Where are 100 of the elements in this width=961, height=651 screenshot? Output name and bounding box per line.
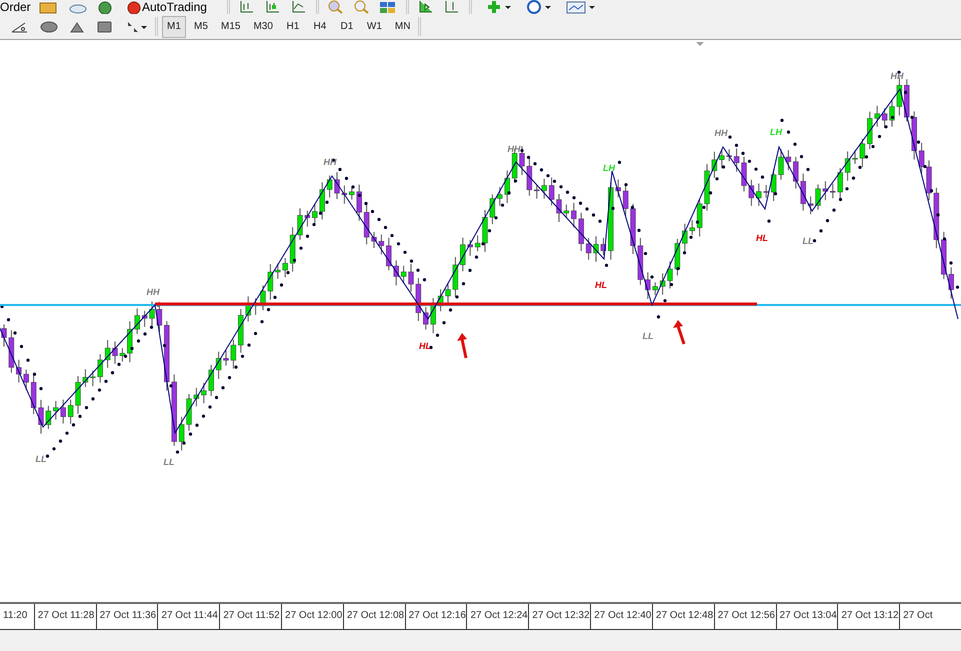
candlestick bbox=[926, 160, 932, 201]
candlestick bbox=[430, 298, 436, 334]
candlestick bbox=[24, 369, 29, 390]
swing-label: HH bbox=[146, 287, 160, 297]
candlestick bbox=[320, 182, 325, 220]
timeframe-button[interactable]: M15 bbox=[216, 16, 246, 38]
candlestick bbox=[600, 237, 606, 256]
candlestick bbox=[468, 239, 473, 256]
swing-label: LL bbox=[642, 331, 654, 341]
candlestick bbox=[793, 156, 798, 189]
candlestick bbox=[82, 368, 88, 388]
time-axis-label: 27 Oct 12:16 bbox=[408, 609, 466, 623]
candlestick bbox=[201, 382, 206, 404]
zoom-out-icon[interactable] bbox=[352, 0, 369, 14]
swing-label: HH bbox=[324, 157, 336, 167]
candlestick bbox=[98, 354, 103, 384]
template-icon[interactable] bbox=[566, 0, 586, 14]
candlestick bbox=[30, 374, 36, 415]
candlestick bbox=[556, 193, 562, 223]
timeframe-button[interactable]: D1 bbox=[334, 16, 359, 38]
candlestick bbox=[578, 212, 584, 252]
swing-label: LL bbox=[36, 454, 46, 464]
candle-chart-icon[interactable] bbox=[264, 0, 280, 14]
candlestick bbox=[726, 148, 732, 162]
shift-marker-icon[interactable] bbox=[696, 42, 704, 46]
candlestick bbox=[452, 256, 458, 298]
arrow bbox=[457, 333, 468, 358]
candlestick bbox=[142, 310, 148, 328]
candlestick bbox=[882, 108, 888, 128]
timeframe-button[interactable]: W1 bbox=[362, 16, 387, 38]
candlestick bbox=[408, 263, 414, 292]
candlestick bbox=[490, 194, 496, 225]
candlestick bbox=[889, 100, 895, 128]
swing-label: LL bbox=[802, 236, 814, 246]
order-button[interactable]: Order bbox=[0, 1, 34, 14]
candlestick bbox=[53, 400, 58, 420]
swing-label: LH bbox=[770, 127, 782, 137]
time-axis-label: 27 Oct 12:24 bbox=[469, 609, 528, 623]
candlestick bbox=[852, 150, 858, 164]
swing-label: HL bbox=[419, 341, 431, 351]
time-axis-label: 27 Oct bbox=[902, 609, 934, 623]
candlestick bbox=[268, 264, 274, 300]
candlestick bbox=[934, 187, 940, 249]
candlestick bbox=[593, 236, 599, 262]
candlestick bbox=[526, 158, 532, 196]
scroll-chart-icon[interactable] bbox=[416, 0, 433, 14]
candlestick bbox=[68, 399, 74, 424]
timeframe-button[interactable]: H1 bbox=[280, 16, 305, 38]
time-axis-label: 27 Oct 12:08 bbox=[346, 609, 405, 623]
candlestick bbox=[786, 150, 792, 171]
candlestick bbox=[497, 186, 502, 206]
timeframe-button[interactable]: MN bbox=[390, 16, 416, 38]
swing-label: LL bbox=[164, 457, 174, 467]
candlestick bbox=[712, 151, 718, 179]
line-chart-icon[interactable] bbox=[290, 0, 306, 14]
candlestick bbox=[756, 183, 762, 206]
timeframe-button[interactable]: M5 bbox=[189, 16, 213, 38]
candlestick bbox=[800, 173, 806, 212]
angle-icon[interactable] bbox=[11, 20, 28, 34]
autotrading-button[interactable]: AutoTrading bbox=[142, 1, 207, 14]
timeframe-button[interactable]: M1 bbox=[162, 16, 186, 38]
candlestick bbox=[178, 416, 184, 451]
timeframe-button[interactable]: M30 bbox=[248, 16, 278, 38]
candlestick bbox=[312, 203, 318, 224]
triangle-icon[interactable] bbox=[70, 20, 84, 34]
time-axis-label: 11:20 bbox=[2, 609, 28, 623]
candlestick bbox=[112, 340, 118, 364]
candlestick bbox=[918, 142, 924, 174]
candlestick bbox=[622, 184, 628, 217]
candlestick bbox=[770, 169, 776, 202]
candlestick bbox=[912, 110, 917, 160]
candlestick bbox=[474, 234, 480, 252]
candlestick bbox=[364, 204, 370, 245]
ellipse-icon[interactable] bbox=[40, 20, 58, 34]
candlestick bbox=[164, 320, 170, 392]
candlestick bbox=[460, 237, 466, 272]
candlestick bbox=[378, 234, 384, 255]
candlestick bbox=[764, 184, 769, 198]
candlestick bbox=[208, 364, 214, 396]
candlestick bbox=[867, 111, 872, 150]
timeframe-button[interactable]: H4 bbox=[308, 16, 332, 38]
candlestick bbox=[60, 399, 66, 424]
bar-chart-icon[interactable] bbox=[238, 0, 254, 14]
candlestick bbox=[156, 301, 162, 333]
candlestick bbox=[260, 284, 266, 311]
zoom-in-icon[interactable] bbox=[326, 0, 343, 14]
candlestick bbox=[394, 260, 399, 286]
candlestick bbox=[548, 177, 554, 206]
candlestick bbox=[75, 376, 81, 414]
candlestick bbox=[874, 105, 880, 128]
arrows-icon[interactable] bbox=[125, 20, 147, 34]
tile-windows-icon[interactable] bbox=[378, 0, 396, 14]
candlestick bbox=[586, 237, 592, 260]
swing-label: HH bbox=[714, 128, 728, 138]
candlestick bbox=[674, 238, 680, 276]
candlestick bbox=[564, 204, 570, 218]
candlestick bbox=[445, 284, 451, 305]
candlestick bbox=[386, 237, 392, 271]
candlestick bbox=[334, 172, 340, 200]
rectangle-icon[interactable] bbox=[97, 20, 112, 34]
